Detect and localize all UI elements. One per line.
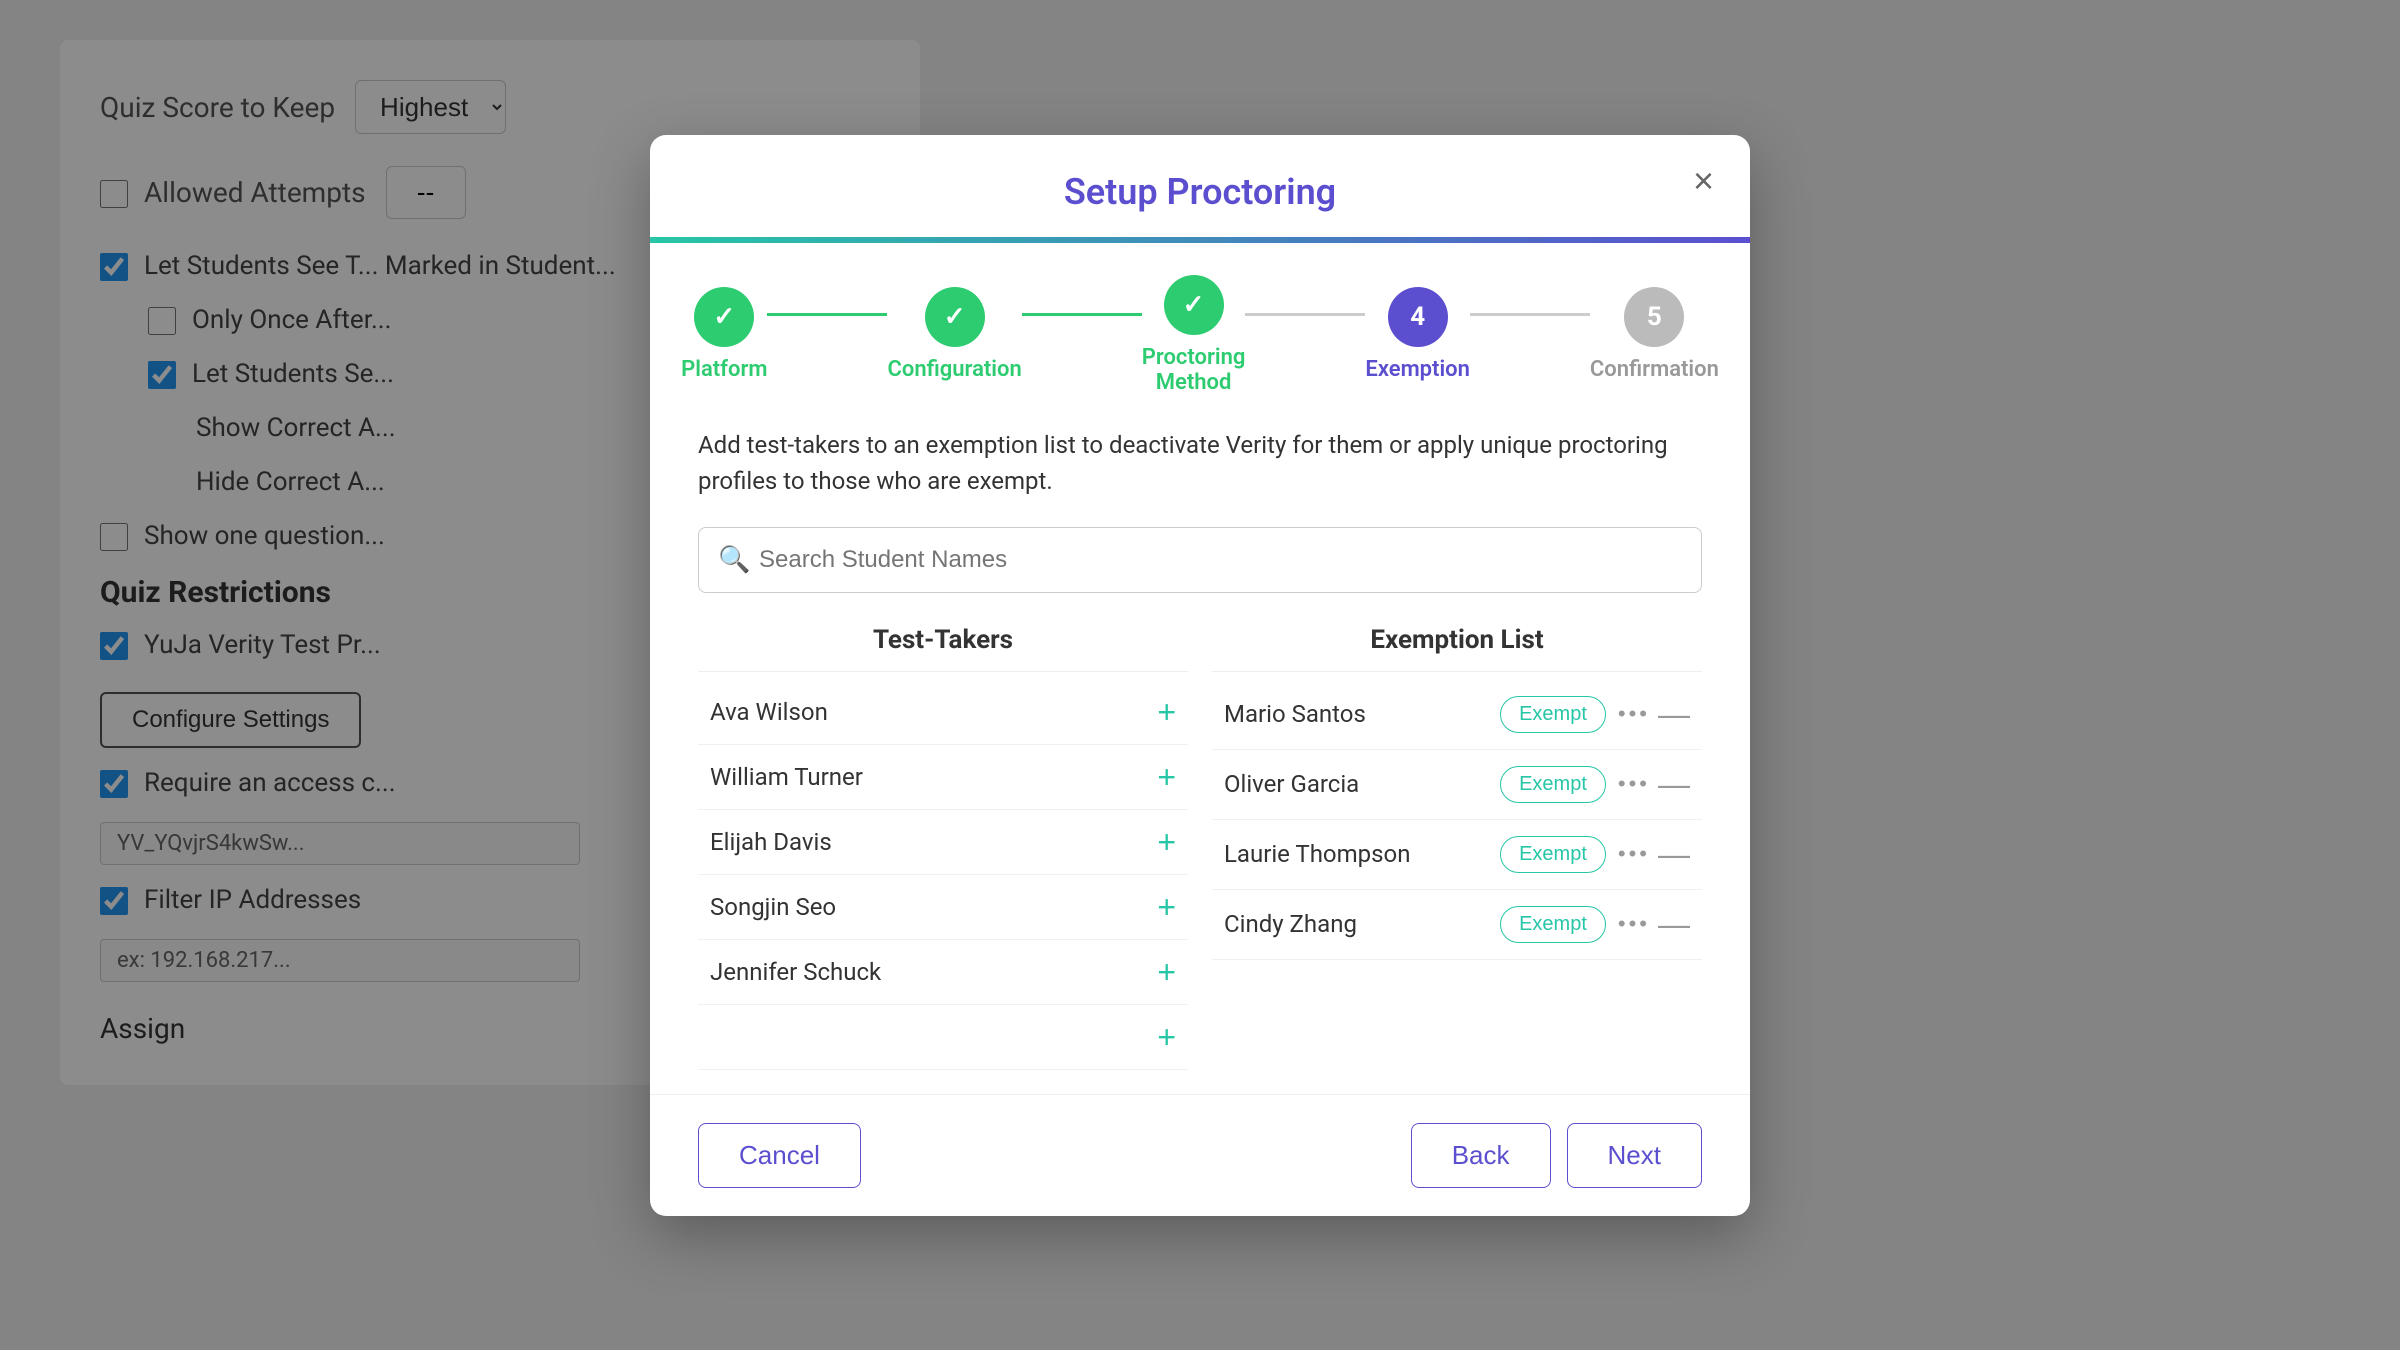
test-taker-name-0: Ava Wilson [710,698,828,726]
step-5-number: 5 [1647,302,1662,332]
step-3-label: Proctoring Method [1142,345,1246,395]
step-4-circle: 4 [1388,287,1448,347]
list-item: + [698,1005,1188,1070]
step-1-label: Platform [681,357,767,382]
remove-button-1[interactable]: — [1658,768,1690,800]
step-5-circle: 5 [1624,287,1684,347]
add-button-1[interactable]: + [1157,761,1176,793]
list-item: Ava Wilson + [698,680,1188,745]
close-button[interactable]: × [1693,163,1714,199]
step-1-circle [694,287,754,347]
connector-2-3 [1022,313,1142,316]
step-2-label: Configuration [887,357,1021,382]
step-4-number: 4 [1410,302,1425,332]
list-item: Jennifer Schuck + [698,940,1188,1005]
test-taker-name-1: William Turner [710,763,863,791]
search-container: 🔍 [698,527,1702,593]
add-button-4[interactable]: + [1157,956,1176,988]
list-item: Mario Santos Exempt ••• — [1212,680,1702,750]
exemption-name-0: Mario Santos [1224,700,1500,728]
add-button-0[interactable]: + [1157,696,1176,728]
step-1-checkmark [713,302,735,332]
columns-container: Test-Takers Ava Wilson + William Turner … [698,625,1702,1070]
modal-footer: Cancel Back Next [650,1094,1750,1216]
cancel-button[interactable]: Cancel [698,1123,861,1188]
step-2-circle [925,287,985,347]
list-item: Laurie Thompson Exempt ••• — [1212,820,1702,890]
modal-header: Setup Proctoring × [650,135,1750,237]
connector-1-2 [767,313,887,316]
list-item: Elijah Davis + [698,810,1188,875]
modal-title: Setup Proctoring [1064,171,1336,213]
add-button-3[interactable]: + [1157,891,1176,923]
test-taker-name-4: Jennifer Schuck [710,958,881,986]
list-item: William Turner + [698,745,1188,810]
modal-overlay: Setup Proctoring × Platform Configuratio… [0,0,2400,1350]
exempt-badge-2[interactable]: Exempt [1500,836,1606,873]
step-2-checkmark [944,302,966,332]
step-3-checkmark [1183,290,1205,320]
list-item: Cindy Zhang Exempt ••• — [1212,890,1702,960]
exemption-name-2: Laurie Thompson [1224,840,1500,868]
step-3-circle [1164,275,1224,335]
exemption-list-column: Exemption List Mario Santos Exempt ••• —… [1212,625,1702,1070]
stepper: Platform Configuration Proctoring Method [650,251,1750,403]
exemption-name-1: Oliver Garcia [1224,770,1500,798]
progress-bar [650,237,1750,243]
dots-menu-2[interactable]: ••• [1618,841,1650,867]
dots-menu-1[interactable]: ••• [1618,771,1650,797]
setup-proctoring-modal: Setup Proctoring × Platform Configuratio… [650,135,1750,1216]
add-button-extra[interactable]: + [1157,1021,1176,1053]
exempt-badge-0[interactable]: Exempt [1500,696,1606,733]
step-5-label: Confirmation [1590,357,1719,382]
step-exemption: 4 Exemption [1365,287,1470,382]
dots-menu-0[interactable]: ••• [1618,701,1650,727]
step-confirmation: 5 Confirmation [1590,287,1719,382]
remove-button-3[interactable]: — [1658,908,1690,940]
dots-menu-3[interactable]: ••• [1618,911,1650,937]
back-button[interactable]: Back [1411,1123,1551,1188]
description-text: Add test-takers to an exemption list to … [698,427,1702,499]
list-item: Songjin Seo + [698,875,1188,940]
connector-3-4 [1245,313,1365,316]
remove-button-0[interactable]: — [1658,698,1690,730]
step-configuration: Configuration [887,287,1021,382]
step-4-label: Exemption [1365,357,1470,382]
next-button[interactable]: Next [1567,1123,1702,1188]
exempt-badge-3[interactable]: Exempt [1500,906,1606,943]
remove-button-2[interactable]: — [1658,838,1690,870]
step-platform: Platform [681,287,767,382]
footer-right-buttons: Back Next [1411,1123,1702,1188]
step-proctoring-method: Proctoring Method [1142,275,1246,395]
test-takers-column: Test-Takers Ava Wilson + William Turner … [698,625,1188,1070]
exemption-name-3: Cindy Zhang [1224,910,1500,938]
test-takers-header: Test-Takers [698,625,1188,672]
search-icon: 🔍 [718,545,750,575]
list-item: Oliver Garcia Exempt ••• — [1212,750,1702,820]
exemption-list-header: Exemption List [1212,625,1702,672]
exempt-badge-1[interactable]: Exempt [1500,766,1606,803]
add-button-2[interactable]: + [1157,826,1176,858]
test-taker-name-2: Elijah Davis [710,828,832,856]
modal-body: Add test-takers to an exemption list to … [650,403,1750,1094]
test-taker-name-3: Songjin Seo [710,893,836,921]
search-input[interactable] [698,527,1702,593]
connector-4-5 [1470,313,1590,316]
